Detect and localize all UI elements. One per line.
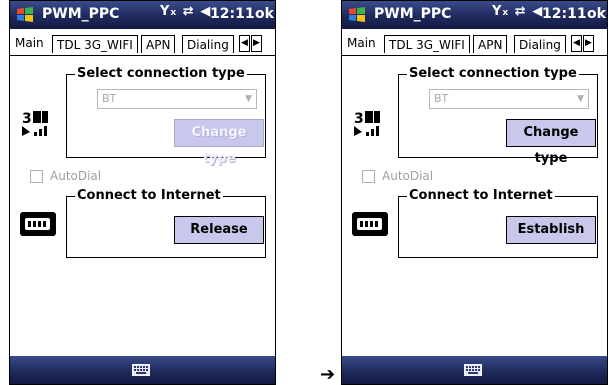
clock: 12:11	[542, 6, 587, 22]
select-connection-type-group: Select connection type BT ▼ Change type	[398, 66, 598, 166]
title-bar: PWM_PPC Yx ⇄ ◀ 12:11 ok	[342, 1, 607, 29]
transition-arrow-icon: ➔	[320, 364, 336, 385]
status-icons: Yx ⇄ ◀	[492, 4, 543, 19]
tab-scroll-right-icon[interactable]: ▶	[251, 35, 262, 52]
signal-off-icon: Y	[492, 4, 503, 19]
keyboard-icon[interactable]	[132, 364, 150, 376]
signal-off-icon: Y	[160, 4, 171, 19]
connection-type-value: BT	[102, 92, 117, 105]
tab-dialing[interactable]: Dialing	[182, 35, 234, 53]
tab-main[interactable]: Main	[10, 33, 49, 55]
title-bar: PWM_PPC Yx ⇄ ◀ 12:11 ok	[10, 1, 275, 29]
tab-scroll-left-icon[interactable]: ◀	[239, 35, 250, 52]
menu-bar	[10, 356, 275, 384]
tab-apn[interactable]: APN	[141, 35, 176, 53]
app-title: PWM_PPC	[42, 6, 120, 22]
tab-bar: Main TDL 3G_WIFI APN Dialing ◀ ▶	[342, 33, 607, 56]
connect-to-internet-group: Connect to Internet Establish	[398, 188, 598, 258]
app-title: PWM_PPC	[374, 6, 452, 22]
autodial-checkbox[interactable]	[30, 170, 43, 183]
tab-tdl-3g-wifi[interactable]: TDL 3G_WIFI	[384, 35, 470, 53]
establish-button[interactable]: Establish	[506, 216, 596, 244]
screen-before: PWM_PPC Yx ⇄ ◀ 12:11 ok Main TDL 3G_WIFI…	[9, 0, 276, 385]
select-connection-type-label: Select connection type	[75, 66, 247, 82]
autodial-checkbox[interactable]	[362, 170, 375, 183]
windows-start-icon[interactable]	[347, 5, 367, 25]
tab-apn[interactable]: APN	[473, 35, 508, 53]
autodial-label: AutoDial	[382, 169, 434, 183]
change-type-button[interactable]: Change type	[506, 119, 596, 166]
tab-bar: Main TDL 3G_WIFI APN Dialing ◀ ▶	[10, 33, 275, 56]
keyboard-icon[interactable]	[464, 364, 482, 376]
modem-card-icon	[352, 212, 388, 236]
3g-network-icon: 3	[20, 109, 54, 137]
connect-to-internet-label: Connect to Internet	[75, 188, 223, 204]
svg-text:3: 3	[354, 111, 364, 127]
autodial-label: AutoDial	[50, 169, 102, 183]
menu-bar	[342, 356, 607, 384]
windows-start-icon[interactable]	[15, 5, 35, 25]
tab-dialing[interactable]: Dialing	[514, 35, 566, 53]
connect-to-internet-label: Connect to Internet	[407, 188, 555, 204]
change-type-label: Change type	[191, 125, 247, 166]
connection-type-value: BT	[434, 92, 449, 105]
release-button[interactable]: Release	[174, 216, 264, 244]
connect-to-internet-group: Connect to Internet Release	[66, 188, 266, 258]
change-type-button[interactable]: Change type	[174, 119, 264, 166]
tab-main[interactable]: Main	[342, 33, 381, 55]
connection-type-select[interactable]: BT ▼	[97, 89, 257, 109]
chevron-down-icon: ▼	[577, 94, 584, 104]
svg-text:3: 3	[22, 111, 32, 127]
3g-network-icon: 3	[352, 109, 386, 137]
status-icons: Yx ⇄ ◀	[160, 4, 211, 19]
tab-scroll-right-icon[interactable]: ▶	[583, 35, 594, 52]
tab-tdl-3g-wifi[interactable]: TDL 3G_WIFI	[52, 35, 138, 53]
signal-x-icon: x	[170, 8, 178, 18]
signal-x-icon: x	[502, 8, 510, 18]
connectivity-icon: ⇄	[182, 4, 195, 19]
tab-scroll-left-icon[interactable]: ◀	[571, 35, 582, 52]
screen-after: PWM_PPC Yx ⇄ ◀ 12:11 ok Main TDL 3G_WIFI…	[341, 0, 608, 385]
clock: 12:11	[210, 6, 255, 22]
select-connection-type-label: Select connection type	[407, 66, 579, 82]
chevron-down-icon: ▼	[245, 94, 252, 104]
select-connection-type-group: Select connection type BT ▼ Change type	[66, 66, 266, 166]
ok-button[interactable]: ok	[587, 6, 606, 22]
connectivity-icon: ⇄	[514, 4, 527, 19]
modem-card-icon	[20, 212, 56, 236]
connection-type-select[interactable]: BT ▼	[429, 89, 589, 109]
ok-button[interactable]: ok	[255, 6, 274, 22]
